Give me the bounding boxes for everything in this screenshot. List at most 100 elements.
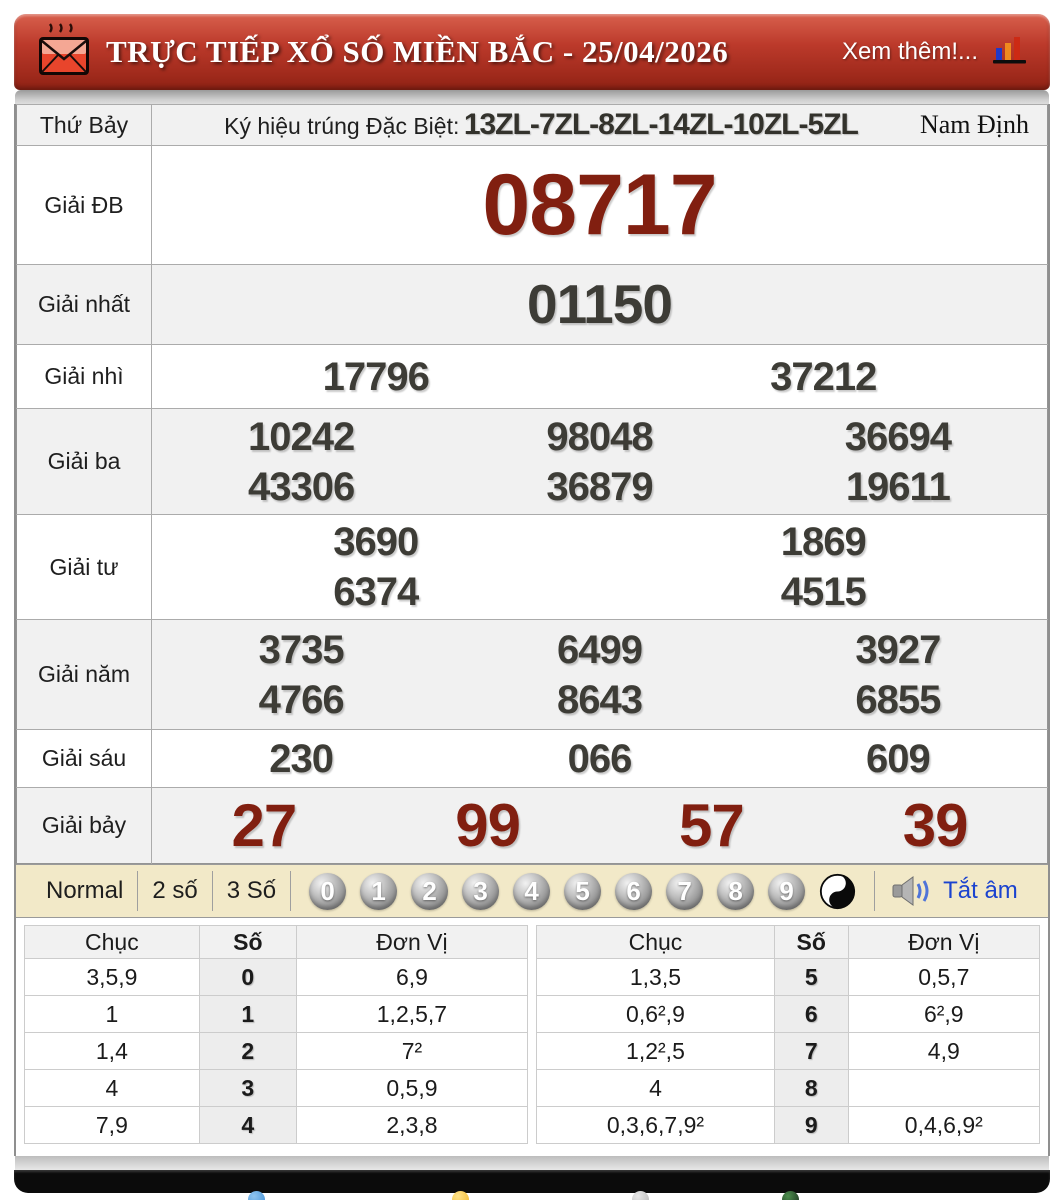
results-frame: Thứ Bảy Ký hiệu trúng Đặc Biệt: 13ZL-7ZL… <box>14 104 1050 1156</box>
ball-6[interactable]: 6 <box>615 872 653 910</box>
prize-number: 17796 <box>322 354 430 399</box>
mode-3-digits[interactable]: 3 Số <box>213 877 290 905</box>
digit-cell: 6 <box>773 995 849 1033</box>
prize-row-4: Giải tư 3690 1869 6374 4515 <box>16 514 1048 620</box>
tens-cell: 1,4 <box>24 1032 200 1070</box>
col-header: Số <box>773 925 849 959</box>
digit-cell: 0 <box>198 958 297 996</box>
units-cell: 2,3,8 <box>295 1106 529 1144</box>
prize-number: 19611 <box>845 464 951 509</box>
digit-summary: Chục Số Đơn Vị 3,5,9 0 6,9 1 1 1,2,5,7 1… <box>16 918 1048 1156</box>
digit-row: 4 8 <box>536 1069 1041 1107</box>
day-label: Thứ Bảy <box>16 104 152 146</box>
speaker-icon <box>891 874 935 908</box>
digit-cell: 1 <box>198 995 297 1033</box>
prize-number: 3735 <box>258 627 345 672</box>
hot-envelope-icon <box>36 22 94 82</box>
see-more-link[interactable]: Xem thêm!... <box>842 38 978 66</box>
prize-number: 4515 <box>780 570 867 614</box>
lottery-widget: TRỰC TIẾP XỔ SỐ MIỀN BẮC - 25/04/2026 Xe… <box>14 14 1050 1193</box>
ball-9[interactable]: 9 <box>768 872 806 910</box>
col-header: Chục <box>536 925 775 959</box>
ball-7[interactable]: 7 <box>666 872 704 910</box>
digit-row: 7,9 4 2,3,8 <box>24 1106 529 1144</box>
lottery-page: TRỰC TIẾP XỔ SỐ MIỀN BẮC - 25/04/2026 Xe… <box>0 0 1064 1200</box>
digit-table-left: Chục Số Đơn Vị 3,5,9 0 6,9 1 1 1,2,5,7 1… <box>24 925 529 1144</box>
prize-number: 609 <box>865 736 931 781</box>
digit-row: 1,2²,5 7 4,9 <box>536 1032 1041 1070</box>
prize-row-7: Giải bảy 27 99 57 39 <box>16 787 1048 864</box>
prize-row-2: Giải nhì 17796 37212 <box>16 344 1048 409</box>
digit-row: 1,3,5 5 0,5,7 <box>536 958 1041 996</box>
units-cell: 4,9 <box>847 1032 1041 1070</box>
prize-number: 8643 <box>557 677 643 722</box>
units-cell: 0,5,7 <box>847 958 1041 996</box>
digit-cell: 7 <box>773 1032 849 1070</box>
separator <box>874 871 876 911</box>
yin-yang-icon[interactable] <box>819 873 856 910</box>
special-sign: Ký hiệu trúng Đặc Biệt: 13ZL-7ZL-8ZL-14Z… <box>162 108 920 142</box>
prize-number: 43306 <box>248 464 355 509</box>
prize-row-5: Giải năm 3735 6499 3927 4766 8643 6855 <box>16 619 1048 730</box>
tens-cell: 1,3,5 <box>536 958 775 996</box>
prize-number: 6499 <box>557 627 643 672</box>
units-cell <box>847 1069 1041 1107</box>
sign-label: Ký hiệu trúng Đặc Biệt: <box>224 113 460 139</box>
prize-label: Giải nhì <box>16 344 152 409</box>
prize-number: 08717 <box>482 157 717 253</box>
prize-number: 98048 <box>546 414 653 459</box>
ball-0[interactable]: 0 <box>309 872 347 910</box>
ball-4[interactable]: 4 <box>513 872 551 910</box>
col-header: Số <box>198 925 297 959</box>
ball-1[interactable]: 1 <box>360 872 398 910</box>
footer-bar <box>14 1170 1050 1193</box>
mode-normal[interactable]: Normal <box>32 877 137 905</box>
col-header: Đơn Vị <box>847 925 1041 959</box>
tens-cell: 4 <box>536 1069 775 1107</box>
prize-number: 99 <box>455 792 521 859</box>
prize-row-1: Giải nhất 01150 <box>16 264 1048 345</box>
digit-row: 0,6²,9 6 6²,9 <box>536 995 1041 1033</box>
province-name: Nam Định <box>919 110 1029 139</box>
results-table: Thứ Bảy Ký hiệu trúng Đặc Biệt: 13ZL-7ZL… <box>16 104 1048 864</box>
mode-2-digits[interactable]: 2 số <box>138 877 211 905</box>
sign-codes: 13ZL-7ZL-8ZL-14ZL-10ZL-5ZL <box>463 108 859 141</box>
ball-3[interactable]: 3 <box>462 872 500 910</box>
digit-row: 4 3 0,5,9 <box>24 1069 529 1107</box>
bar-chart-icon[interactable] <box>992 34 1028 71</box>
prize-number: 4766 <box>258 677 345 722</box>
prize-label: Giải ba <box>16 408 152 515</box>
ball-2[interactable]: 2 <box>411 872 449 910</box>
digit-cell: 2 <box>198 1032 297 1070</box>
mute-toggle[interactable]: Tắt âm <box>891 874 1018 908</box>
control-bar: Normal 2 số 3 Số 0 1 2 3 4 5 6 7 8 9 Tắt… <box>16 864 1048 918</box>
units-cell: 7² <box>295 1032 529 1070</box>
prize-label: Giải tư <box>16 514 152 620</box>
mute-label: Tắt âm <box>943 877 1018 904</box>
prize-label: Giải bảy <box>16 787 152 864</box>
units-cell: 0,5,9 <box>295 1069 529 1107</box>
prize-label: Giải nhất <box>16 264 152 345</box>
prize-number: 10242 <box>248 414 355 459</box>
prize-number: 39 <box>902 792 969 859</box>
prize-number: 6374 <box>333 570 419 614</box>
digit-cell: 5 <box>773 958 849 996</box>
prize-number: 36694 <box>844 414 952 459</box>
digit-cell: 4 <box>198 1106 297 1144</box>
prize-number: 27 <box>231 792 298 859</box>
tens-cell: 1 <box>24 995 200 1033</box>
tens-cell: 1,2²,5 <box>536 1032 775 1070</box>
prize-number: 066 <box>567 736 633 781</box>
prize-number: 230 <box>269 736 334 781</box>
ball-8[interactable]: 8 <box>717 872 755 910</box>
prize-number: 3927 <box>855 627 941 672</box>
prize-row-db: Giải ĐB 08717 <box>16 145 1048 265</box>
prize-number: 1869 <box>780 520 867 564</box>
units-cell: 1,2,5,7 <box>295 995 529 1033</box>
col-header: Đơn Vị <box>295 925 529 959</box>
units-cell: 6²,9 <box>847 995 1041 1033</box>
tens-cell: 7,9 <box>24 1106 200 1144</box>
tens-cell: 0,3,6,7,9² <box>536 1106 775 1144</box>
units-cell: 6,9 <box>295 958 529 996</box>
ball-5[interactable]: 5 <box>564 872 602 910</box>
